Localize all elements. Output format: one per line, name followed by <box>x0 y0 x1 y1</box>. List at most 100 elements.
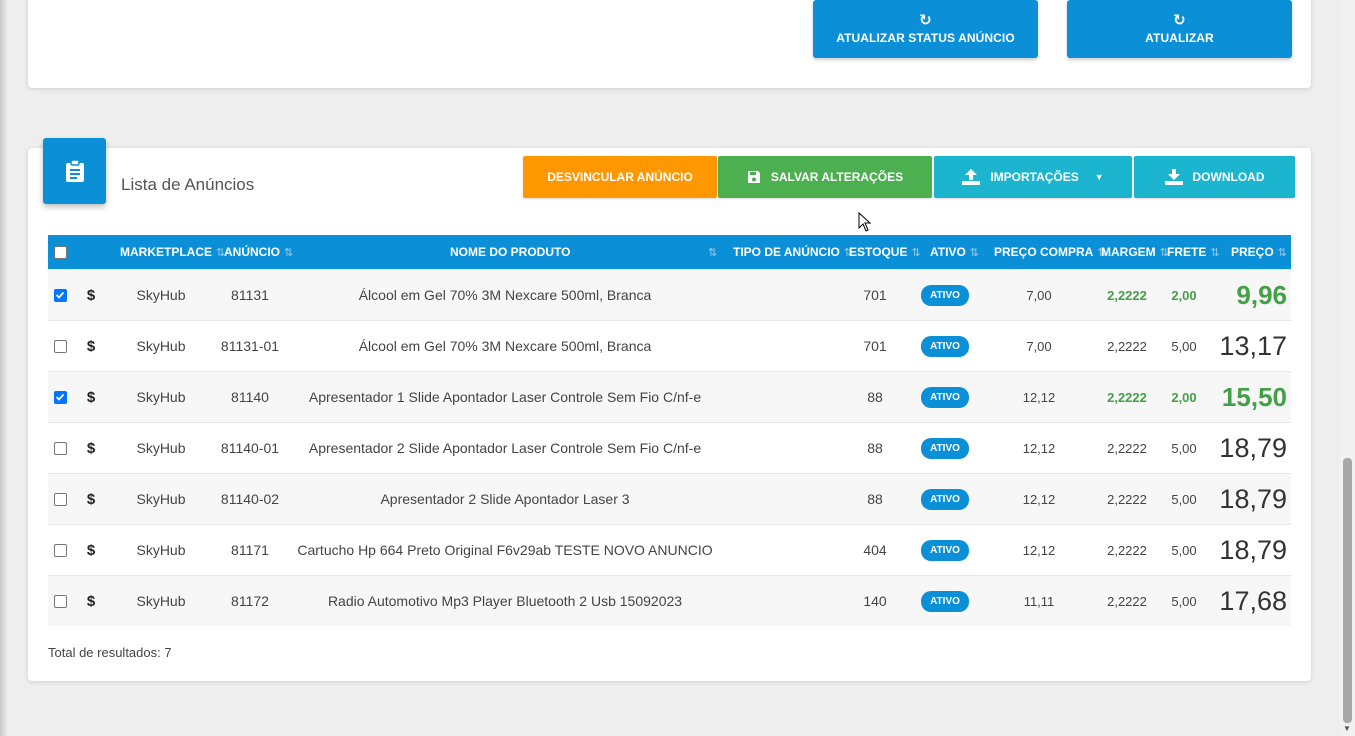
scroll-thumb[interactable] <box>1343 458 1352 723</box>
cell-nome-produto: Álcool em Gel 70% 3M Nexcare 500ml, Bran… <box>358 338 652 354</box>
cell-marketplace: SkyHub <box>136 593 186 609</box>
col-nome-produto[interactable]: NOME DO PRODUTO <box>450 235 570 269</box>
save-label: SALVAR ALTERAÇÕES <box>770 170 904 184</box>
checkbox-unchecked[interactable] <box>53 492 67 506</box>
cell-marketplace: SkyHub <box>136 542 186 558</box>
cell-frete: 5,00 <box>1171 491 1197 507</box>
row-checkbox[interactable] <box>48 372 72 422</box>
col-anuncio[interactable]: ANÚNCIO ⇅ <box>224 235 293 269</box>
cell-estoque: 701 <box>863 287 887 303</box>
cell-preco-compra: 7,00 <box>1026 287 1052 303</box>
sort-icon: ⇅ <box>1277 246 1287 259</box>
table-row[interactable]: $ SkyHub 81131 Álcool em Gel 70% 3M Nexcare… <box>48 269 1291 320</box>
checkbox-checked[interactable] <box>53 288 67 302</box>
row-checkbox[interactable] <box>48 576 72 626</box>
row-checkbox[interactable] <box>48 321 72 371</box>
status-badge: ATIVO <box>910 321 980 371</box>
cell-margem: 2,2222 <box>1107 389 1147 405</box>
col-preco-compra[interactable]: PREÇO COMPRA ⇅ <box>994 235 1107 269</box>
dollar-icon[interactable]: $ <box>80 321 102 371</box>
select-all-checkbox[interactable] <box>54 235 67 269</box>
col-margem[interactable]: MARGEM ⇅ <box>1101 235 1169 269</box>
cell-anuncio: 81131-01 <box>220 338 280 354</box>
cell-preco[interactable]: 13,17 <box>1207 321 1287 371</box>
imports-label: IMPORTAÇÕES <box>990 170 1079 184</box>
cell-estoque: 140 <box>863 593 887 609</box>
status-badge: ATIVO <box>910 270 980 320</box>
sort-icon: ⇅ <box>284 246 294 259</box>
table-row[interactable]: $ SkyHub 81171 Cartucho Hp 664 Preto Origin… <box>48 524 1291 575</box>
download-label: DOWNLOAD <box>1192 170 1265 184</box>
save-changes-button[interactable]: SALVAR ALTERAÇÕES <box>718 156 932 198</box>
cell-estoque: 88 <box>867 440 883 456</box>
download-icon <box>1164 169 1183 185</box>
col-estoque[interactable]: ESTOQUE ⇅ <box>849 235 921 269</box>
cell-estoque: 701 <box>863 338 887 354</box>
table-row[interactable]: $ SkyHub 81140-02 Apresentador 2 Slide Apon… <box>48 473 1291 524</box>
sort-icon: ⇅ <box>1210 246 1220 259</box>
dollar-icon[interactable]: $ <box>80 474 102 524</box>
status-badge: ATIVO <box>910 372 980 422</box>
checkbox-unchecked[interactable] <box>53 441 67 455</box>
refresh-icon: ↻ <box>919 11 932 29</box>
col-marketplace[interactable]: MARKETPLACE ⇅ <box>120 235 225 269</box>
cell-frete: 5,00 <box>1171 593 1197 609</box>
cell-frete: 5,00 <box>1171 542 1197 558</box>
dollar-icon[interactable]: $ <box>80 525 102 575</box>
row-checkbox[interactable] <box>48 270 72 320</box>
cell-margem: 2,2222 <box>1107 287 1147 303</box>
checkbox-unchecked[interactable] <box>53 339 67 353</box>
checkbox-checked[interactable] <box>53 390 67 404</box>
cell-margem: 2,2222 <box>1107 338 1147 354</box>
imports-dropdown-button[interactable]: IMPORTAÇÕES ▼ <box>934 156 1132 198</box>
dollar-icon[interactable]: $ <box>80 423 102 473</box>
status-badge: ATIVO <box>910 576 980 626</box>
status-badge: ATIVO <box>910 423 980 473</box>
upload-icon <box>962 169 981 185</box>
download-button[interactable]: DOWNLOAD <box>1134 156 1295 198</box>
cell-marketplace: SkyHub <box>136 491 186 507</box>
row-checkbox[interactable] <box>48 474 72 524</box>
mouse-cursor-icon <box>858 212 872 232</box>
dollar-icon[interactable]: $ <box>80 372 102 422</box>
cell-preco[interactable]: 18,79 <box>1207 474 1287 524</box>
row-checkbox[interactable] <box>48 525 72 575</box>
table-row[interactable]: $ SkyHub 81172 Radio Automotivo Mp3 Player … <box>48 575 1291 626</box>
cell-nome-produto: Álcool em Gel 70% 3M Nexcare 500ml, Bran… <box>358 287 652 303</box>
cell-nome-produto: Apresentador 1 Slide Apontador Laser Con… <box>308 389 702 405</box>
cell-marketplace: SkyHub <box>136 338 186 354</box>
scroll-down-icon[interactable]: ▼ <box>1343 724 1351 733</box>
update-button[interactable]: ↻ ATUALIZAR <box>1067 0 1292 58</box>
col-ativo[interactable]: ATIVO ⇅ <box>930 235 979 269</box>
cell-preco-compra: 11,11 <box>1023 593 1055 609</box>
cell-preco[interactable]: 9,96 <box>1207 270 1287 320</box>
cell-frete: 2,00 <box>1171 389 1197 405</box>
scrollbar[interactable]: ▼ <box>1340 0 1355 736</box>
cell-frete: 5,00 <box>1171 440 1197 456</box>
col-tipo-anuncio[interactable]: TIPO DE ANÚNCIO ⇅ <box>733 235 853 269</box>
table-row[interactable]: $ SkyHub 81140 Apresentador 1 Slide Apontad… <box>48 371 1291 422</box>
update-label: ATUALIZAR <box>1145 30 1214 45</box>
col-preco[interactable]: PREÇO ⇅ <box>1231 235 1287 269</box>
table-row[interactable]: $ SkyHub 81131-01 Álcool em Gel 70% 3M Nexc… <box>48 320 1291 371</box>
cell-anuncio: 81172 <box>231 593 269 609</box>
cell-preco[interactable]: 18,79 <box>1207 423 1287 473</box>
sort-icon[interactable]: ⇅ <box>704 235 717 269</box>
floppy-disk-icon <box>747 171 760 183</box>
cell-nome-produto: Cartucho Hp 664 Preto Original F6v29ab T… <box>297 542 713 558</box>
cell-nome-produto: Apresentador 2 Slide Apontador Laser 3 <box>380 491 630 507</box>
cell-preco[interactable]: 15,50 <box>1207 372 1287 422</box>
row-checkbox[interactable] <box>48 423 72 473</box>
table-row[interactable]: $ SkyHub 81140-01 Apresentador 2 Slide Apon… <box>48 422 1291 473</box>
cell-preco[interactable]: 17,68 <box>1207 576 1287 626</box>
dollar-icon[interactable]: $ <box>80 576 102 626</box>
cell-estoque: 404 <box>863 542 887 558</box>
col-frete[interactable]: FRETE ⇅ <box>1167 235 1220 269</box>
update-status-button[interactable]: ↻ ATUALIZAR STATUS ANÚNCIO <box>813 0 1038 58</box>
checkbox-unchecked[interactable] <box>53 594 67 608</box>
checkbox-unchecked[interactable] <box>53 543 67 557</box>
unlink-listing-button[interactable]: DESVINCULAR ANÚNCIO <box>523 156 717 198</box>
cell-anuncio: 81140-01 <box>220 440 280 456</box>
cell-preco[interactable]: 18,79 <box>1207 525 1287 575</box>
dollar-icon[interactable]: $ <box>80 270 102 320</box>
